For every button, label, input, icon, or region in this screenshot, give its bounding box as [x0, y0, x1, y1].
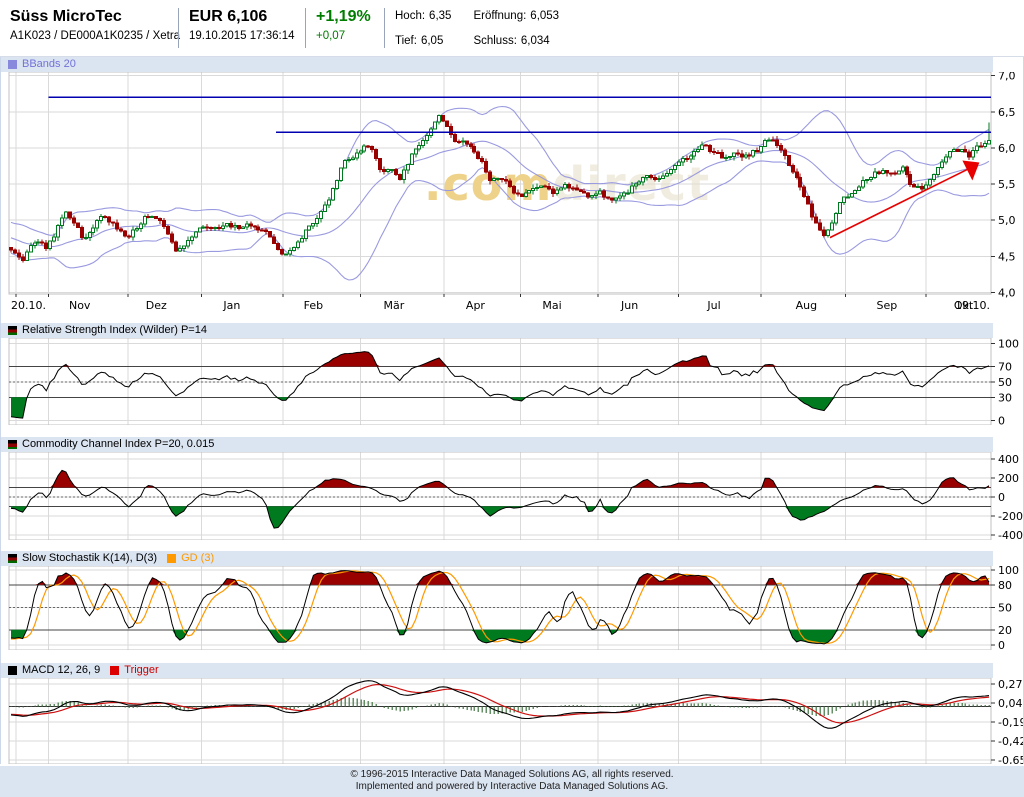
- svg-text:80: 80: [998, 579, 1012, 592]
- rsi-indicator-icon: [8, 326, 17, 335]
- svg-text:-200: -200: [998, 510, 1023, 523]
- trigger-label: Trigger: [124, 663, 158, 678]
- svg-text:0: 0: [998, 414, 1005, 425]
- change-block: +1,19% +0,07: [306, 0, 384, 56]
- svg-text:19.10.: 19.10.: [955, 299, 990, 312]
- stochastic-chart: 100 80 50 20 0: [1, 566, 1023, 650]
- instrument-name: Süss MicroTec: [10, 7, 168, 27]
- stochastic-panel: Slow Stochastik K(14), D(3) GD (3) 100 80…: [1, 551, 1023, 650]
- svg-text:Apr: Apr: [466, 299, 486, 312]
- price-chart: 7,06,56,05,55,04,54,0.comdirect20.10.Nov…: [1, 72, 1023, 318]
- bbands-icon: [8, 60, 17, 69]
- stat-close: Schluss:6,034: [473, 35, 559, 56]
- svg-text:20: 20: [998, 624, 1012, 637]
- price-panel: BBands 20 7,06,56,05,55,04,54,0.comdirec…: [1, 57, 1023, 318]
- stochastic-label: Slow Stochastik K(14), D(3): [22, 551, 157, 566]
- svg-text:200: 200: [998, 472, 1019, 485]
- rsi-panel: Relative Strength Index (Wilder) P=14 10…: [1, 323, 1023, 425]
- svg-text:Aug: Aug: [796, 299, 817, 312]
- bbands-label: BBands 20: [22, 57, 76, 72]
- rsi-chart: 100 70 50 30 0: [1, 338, 1023, 425]
- svg-text:Dez: Dez: [146, 299, 167, 312]
- copyright-line1: © 1996-2015 Interactive Data Managed Sol…: [0, 769, 1024, 781]
- svg-text:6,0: 6,0: [998, 142, 1016, 155]
- instrument-ids: A1K023 / DE000A1K0235 / Xetra: [10, 30, 168, 42]
- stat-open: Eröffnung:6,053: [473, 10, 559, 31]
- price-block: EUR 6,106 19.10.2015 17:36:14: [179, 0, 305, 56]
- svg-text:Sep: Sep: [877, 299, 898, 312]
- quote-timestamp: 19.10.2015 17:36:14: [189, 30, 295, 42]
- svg-text:50: 50: [998, 601, 1012, 614]
- stochastic-panel-title: Slow Stochastik K(14), D(3) GD (3): [1, 551, 993, 566]
- svg-text:100: 100: [998, 338, 1019, 350]
- svg-text:5,5: 5,5: [998, 178, 1016, 191]
- svg-text:-0,42: -0,42: [998, 735, 1023, 748]
- cci-panel: Commodity Channel Index P=20, 0.015 400 2…: [1, 437, 1023, 540]
- svg-text:100: 100: [998, 566, 1019, 577]
- instrument-block: Süss MicroTec A1K023 / DE000A1K0235 / Xe…: [0, 0, 178, 56]
- svg-text:0,27: 0,27: [998, 678, 1023, 691]
- change-absolute: +0,07: [316, 30, 374, 42]
- svg-text:Mai: Mai: [542, 299, 561, 312]
- copyright-footer: © 1996-2015 Interactive Data Managed Sol…: [0, 766, 1024, 797]
- svg-text:-0,19: -0,19: [998, 716, 1023, 729]
- svg-text:30: 30: [998, 391, 1012, 404]
- svg-text:50: 50: [998, 376, 1012, 389]
- svg-text:0,04: 0,04: [998, 697, 1023, 710]
- svg-text:5,0: 5,0: [998, 214, 1016, 227]
- svg-text:Jun: Jun: [620, 299, 638, 312]
- stat-low: Tief:6,05: [395, 35, 451, 56]
- svg-text:20.10.: 20.10.: [11, 299, 46, 312]
- svg-text:0: 0: [998, 639, 1005, 650]
- cci-indicator-icon: [8, 440, 17, 449]
- last-price: EUR 6,106: [189, 7, 295, 27]
- svg-text:6,5: 6,5: [998, 106, 1016, 119]
- stochastic-indicator-icon: [8, 554, 17, 563]
- svg-text:Mär: Mär: [384, 299, 405, 312]
- svg-text:Jul: Jul: [706, 299, 720, 312]
- macd-panel: MACD 12, 26, 9 Trigger 0,27 0,04 -0,19 -0,4…: [1, 663, 1023, 764]
- svg-text:-0,65: -0,65: [998, 754, 1023, 764]
- svg-text:0: 0: [998, 491, 1005, 504]
- macd-icon: [8, 666, 17, 675]
- rsi-label: Relative Strength Index (Wilder) P=14: [22, 323, 207, 338]
- rsi-panel-title: Relative Strength Index (Wilder) P=14: [1, 323, 993, 338]
- svg-text:-400: -400: [998, 529, 1023, 540]
- svg-text:4,0: 4,0: [998, 287, 1016, 300]
- svg-text:4,5: 4,5: [998, 250, 1016, 263]
- ohlc-stats: Hoch:6,35 Eröffnung:6,053 Tief:6,05 Schl…: [385, 0, 569, 56]
- cci-panel-title: Commodity Channel Index P=20, 0.015: [1, 437, 993, 452]
- svg-text:Feb: Feb: [304, 299, 323, 312]
- svg-text:Nov: Nov: [69, 299, 91, 312]
- change-percent: +1,19%: [316, 7, 374, 27]
- macd-panel-title: MACD 12, 26, 9 Trigger: [1, 663, 993, 678]
- svg-text:Jan: Jan: [222, 299, 240, 312]
- macd-chart: 0,27 0,04 -0,19 -0,42 -0,65: [1, 678, 1023, 764]
- copyright-line2: Implemented and powered by Interactive D…: [0, 781, 1024, 793]
- svg-text:400: 400: [998, 453, 1019, 466]
- macd-label: MACD 12, 26, 9: [22, 663, 100, 678]
- chart-block: BBands 20 7,06,56,05,55,04,54,0.comdirec…: [0, 57, 1024, 764]
- gd-icon: [167, 554, 176, 563]
- svg-text:7,0: 7,0: [998, 72, 1016, 83]
- price-panel-title: BBands 20: [1, 57, 993, 72]
- trigger-icon: [110, 666, 119, 675]
- svg-text:70: 70: [998, 360, 1012, 373]
- quote-header: Süss MicroTec A1K023 / DE000A1K0235 / Xe…: [0, 0, 1024, 57]
- cci-label: Commodity Channel Index P=20, 0.015: [22, 437, 214, 452]
- cci-chart: 400 200 0 -200 -400: [1, 452, 1023, 540]
- gd-label: GD (3): [181, 551, 214, 566]
- stat-high: Hoch:6,35: [395, 10, 451, 31]
